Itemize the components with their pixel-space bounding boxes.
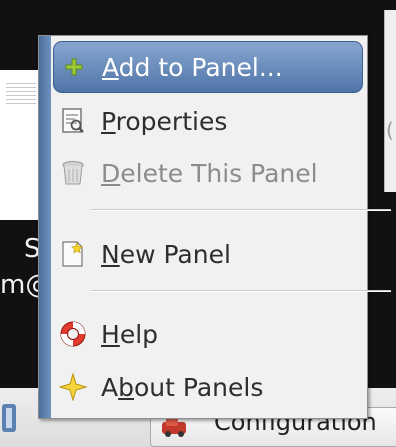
menu-item-delete-this-panel[interactable]: Delete This Panel — [53, 147, 363, 199]
window-content-lines — [6, 80, 36, 104]
properties-icon — [59, 107, 87, 135]
background-window-right — [384, 10, 396, 192]
menu-item-label: Delete This Panel — [101, 158, 318, 188]
trash-icon — [59, 159, 87, 187]
panel-applet-icon[interactable] — [0, 398, 20, 438]
menu-separator — [91, 290, 391, 292]
new-panel-icon — [59, 240, 87, 268]
menu-separator — [91, 209, 391, 211]
add-icon — [60, 53, 88, 81]
about-star-icon — [59, 373, 87, 401]
menu-item-properties[interactable]: Properties — [53, 95, 363, 147]
menu-item-add-to-panel[interactable]: Add to Panel... — [53, 41, 363, 93]
help-lifebuoy-icon — [59, 320, 87, 348]
menu-item-label: Help — [101, 319, 159, 349]
panel-context-menu: Add to Panel... Properties Delete This P… — [38, 35, 391, 419]
menu-item-label: Properties — [101, 106, 228, 136]
menu-item-new-panel[interactable]: New Panel — [53, 228, 363, 280]
menu-side-bar — [39, 36, 51, 418]
menu-item-label: New Panel — [101, 239, 231, 269]
menu-item-about-panels[interactable]: About Panels — [53, 361, 363, 413]
menu-item-label: About Panels — [101, 372, 264, 402]
menu-item-help[interactable]: Help — [53, 308, 363, 360]
background-window-text: ( — [386, 118, 394, 142]
menu-item-label: Add to Panel... — [102, 52, 283, 82]
